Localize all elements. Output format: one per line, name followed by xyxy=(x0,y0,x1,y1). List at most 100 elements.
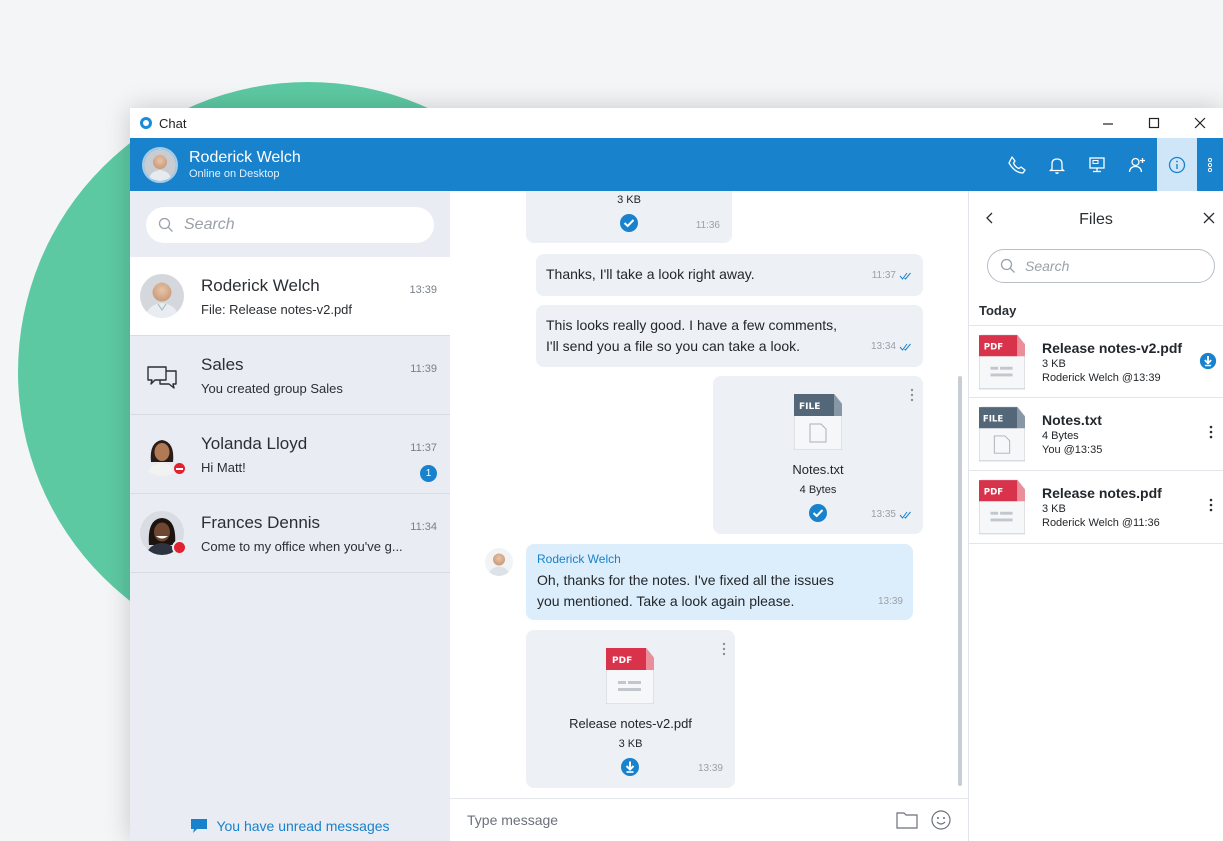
search-placeholder: Search xyxy=(184,216,235,233)
message-list: 3 KB 11:36 Thanks, I'll take a look righ… xyxy=(450,191,968,798)
file-size: 3 KB xyxy=(1042,357,1066,370)
conversation-search[interactable]: Search xyxy=(146,207,434,243)
conversation-time: 11:37 xyxy=(410,442,437,454)
chat-window: Chat Roderick Welch Online on Desktop Se… xyxy=(130,108,1223,841)
chat-pane: 3 KB 11:36 Thanks, I'll take a look righ… xyxy=(450,191,968,841)
more-options-button[interactable] xyxy=(1197,138,1223,191)
minimize-button[interactable] xyxy=(1085,108,1131,138)
unread-messages-link[interactable]: You have unread messages xyxy=(130,811,450,841)
file-meta: Roderick Welch @13:39 xyxy=(1042,371,1161,384)
file-list-item[interactable]: FILE Notes.txt 4 Bytes You @13:35 xyxy=(969,398,1223,471)
pdf-file-icon: PDF xyxy=(606,648,654,704)
conversation-time: 11:39 xyxy=(410,363,437,375)
conversation-item[interactable]: Roderick Welch File: Release notes-v2.pd… xyxy=(130,257,450,336)
message-time: 13:39 xyxy=(697,763,723,774)
search-placeholder: Search xyxy=(1025,258,1070,274)
conversation-name: Yolanda Lloyd xyxy=(201,433,308,453)
more-vertical-icon[interactable] xyxy=(910,388,914,402)
avatar-photo xyxy=(140,274,184,318)
conversation-item[interactable]: Yolanda Lloyd Hi Matt! 11:37 1 xyxy=(130,415,450,494)
header-actions xyxy=(997,138,1223,191)
file-message[interactable]: 3 KB 11:36 xyxy=(526,191,732,243)
sender-avatar xyxy=(485,548,513,576)
more-vertical-icon[interactable] xyxy=(1208,497,1214,513)
avatar xyxy=(140,511,187,555)
composer-placeholder: Type message xyxy=(467,812,559,828)
avatar xyxy=(140,432,187,476)
file-list-item[interactable]: PDF Release notes-v2.pdf 3 KB Roderick W… xyxy=(969,325,1223,398)
search-icon xyxy=(1000,258,1015,273)
file-meta: You @13:35 xyxy=(1042,444,1103,456)
window-controls xyxy=(1085,108,1223,138)
pdf-file-icon: PDF xyxy=(978,334,1026,390)
file-name: Notes.txt xyxy=(1042,412,1102,428)
notifications-button[interactable] xyxy=(1037,138,1077,191)
svg-text:PDF: PDF xyxy=(984,342,1003,352)
conversation-name: Sales xyxy=(201,354,244,374)
file-message[interactable]: FILE Notes.txt 4 Bytes 13:35 xyxy=(713,376,923,534)
more-vertical-icon xyxy=(1207,157,1213,172)
close-window-button[interactable] xyxy=(1177,108,1223,138)
conversation-preview: You created group Sales xyxy=(201,380,343,396)
conversation-item[interactable]: Sales You created group Sales 11:39 xyxy=(130,336,450,415)
double-check-icon xyxy=(899,343,911,351)
conversation-preview: Hi Matt! xyxy=(201,459,246,475)
download-icon[interactable] xyxy=(1199,352,1217,370)
message-text: Thanks, I'll take a look right away. xyxy=(546,266,755,282)
contact-avatar[interactable] xyxy=(142,146,178,183)
text-file-icon: FILE xyxy=(978,406,1026,462)
more-vertical-icon[interactable] xyxy=(1208,424,1214,440)
add-participant-button[interactable] xyxy=(1117,138,1157,191)
message-time: 11:36 xyxy=(695,220,720,231)
minimize-icon xyxy=(1103,123,1113,125)
avatar-photo xyxy=(485,548,513,576)
message-time: 11:37 xyxy=(872,270,913,281)
avatar-photo xyxy=(144,148,176,181)
text-message[interactable]: This looks really good. I have a few com… xyxy=(536,305,923,367)
check-circle-icon xyxy=(809,504,827,522)
conversation-preview: Come to my office when you've g... xyxy=(201,538,403,554)
phone-icon xyxy=(1008,155,1026,174)
message-time: 13:39 xyxy=(877,596,903,607)
svg-text:PDF: PDF xyxy=(984,488,1003,498)
files-section-label: Today xyxy=(979,303,1017,318)
contact-name: Roderick Welch xyxy=(189,149,301,166)
svg-text:PDF: PDF xyxy=(612,656,632,666)
conversation-item[interactable]: Frances Dennis Come to my office when yo… xyxy=(130,494,450,573)
emoji-icon[interactable] xyxy=(930,809,952,831)
more-vertical-icon[interactable] xyxy=(722,642,726,656)
conversation-time: 13:39 xyxy=(409,284,437,296)
title-bar: Chat xyxy=(130,108,1223,138)
text-message[interactable]: Thanks, I'll take a look right away. 11:… xyxy=(536,254,923,296)
file-name: Release notes-v2.pdf xyxy=(569,716,692,731)
contact-info: Roderick Welch Online on Desktop xyxy=(189,149,301,180)
file-size: 4 Bytes xyxy=(799,484,837,496)
busy-status-icon xyxy=(172,540,187,555)
call-button[interactable] xyxy=(997,138,1037,191)
double-check-icon xyxy=(899,511,911,519)
incoming-text-message[interactable]: Roderick Welch Oh, thanks for the notes.… xyxy=(526,544,913,620)
files-list: PDF Release notes-v2.pdf 3 KB Roderick W… xyxy=(969,325,1223,544)
chat-scrollbar[interactable] xyxy=(958,376,962,786)
screen-share-button[interactable] xyxy=(1077,138,1117,191)
files-search-input[interactable]: Search xyxy=(987,249,1215,283)
file-list-item[interactable]: PDF Release notes.pdf 3 KB Roderick Welc… xyxy=(969,471,1223,544)
info-button[interactable] xyxy=(1157,138,1197,191)
download-icon[interactable] xyxy=(620,757,640,777)
chat-bubble-icon xyxy=(191,819,208,833)
close-icon[interactable] xyxy=(1203,212,1215,224)
unread-count-badge: 1 xyxy=(420,465,437,482)
conversation-time: 11:34 xyxy=(410,521,437,533)
svg-text:FILE: FILE xyxy=(799,402,820,412)
incoming-file-message[interactable]: PDF Release notes-v2.pdf 3 KB 13:39 xyxy=(526,630,735,788)
message-composer[interactable]: Type message xyxy=(450,798,968,841)
add-user-icon xyxy=(1128,157,1145,172)
bell-icon xyxy=(1048,157,1066,174)
conversation-preview: File: Release notes-v2.pdf xyxy=(201,301,353,317)
close-icon xyxy=(1194,117,1206,129)
conversation-name: Frances Dennis xyxy=(201,512,321,532)
do-not-disturb-icon xyxy=(172,461,187,476)
maximize-button[interactable] xyxy=(1131,108,1177,138)
unread-messages-label: You have unread messages xyxy=(216,818,390,834)
folder-icon[interactable] xyxy=(896,811,918,829)
